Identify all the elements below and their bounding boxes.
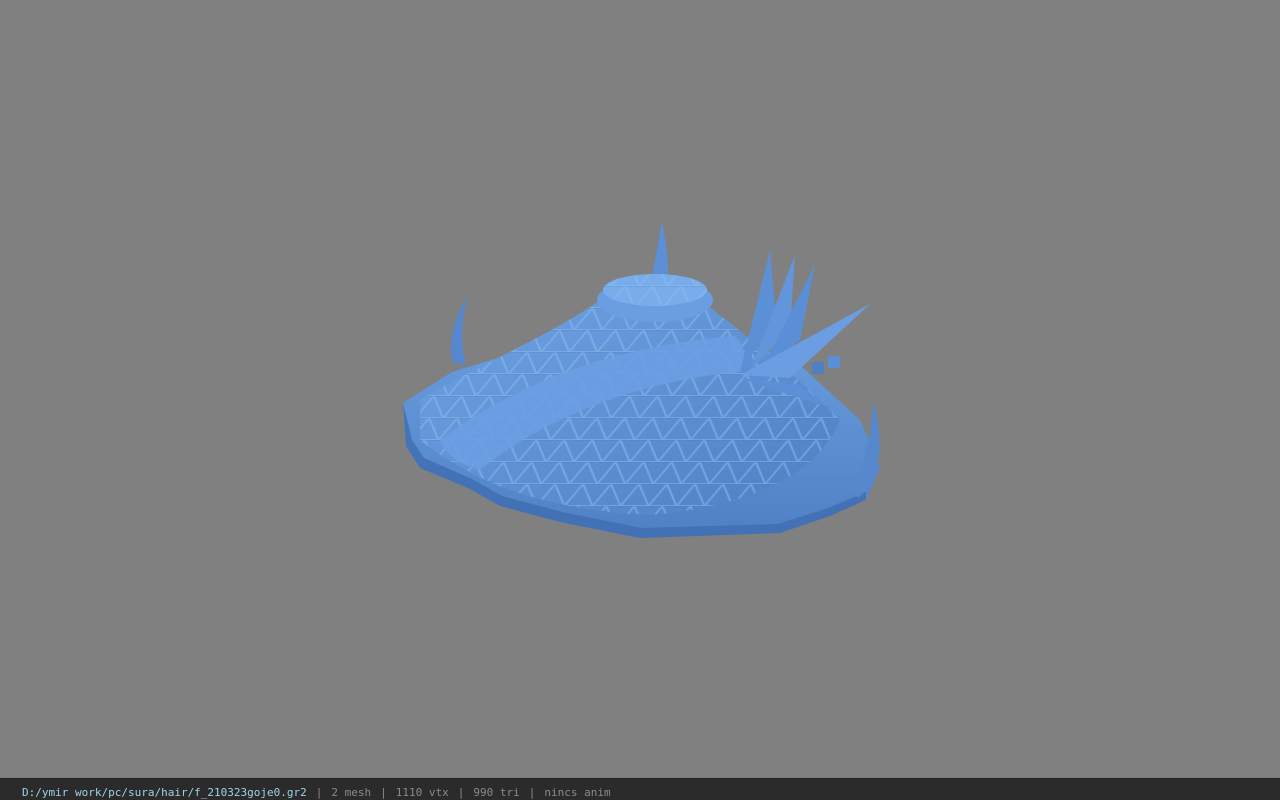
- status-bar: D:/ymir work/pc/sura/hair/f_210323goje0.…: [0, 778, 1280, 800]
- model-viewport[interactable]: [0, 0, 1280, 778]
- separator: |: [457, 786, 465, 799]
- mesh-count: 2 mesh: [331, 786, 372, 799]
- file-path: D:/ymir work/pc/sura/hair/f_210323goje0.…: [22, 786, 307, 799]
- triangle-count: 990 tri: [473, 786, 520, 799]
- left-horn: [450, 296, 467, 366]
- separator: |: [528, 786, 536, 799]
- separator: |: [380, 786, 387, 799]
- vertex-count: 1110 vtx: [395, 786, 449, 799]
- top-spike: [652, 222, 668, 278]
- hat-model-render: [403, 222, 880, 538]
- animation-status: nincs anim: [544, 786, 611, 799]
- separator: |: [315, 786, 323, 799]
